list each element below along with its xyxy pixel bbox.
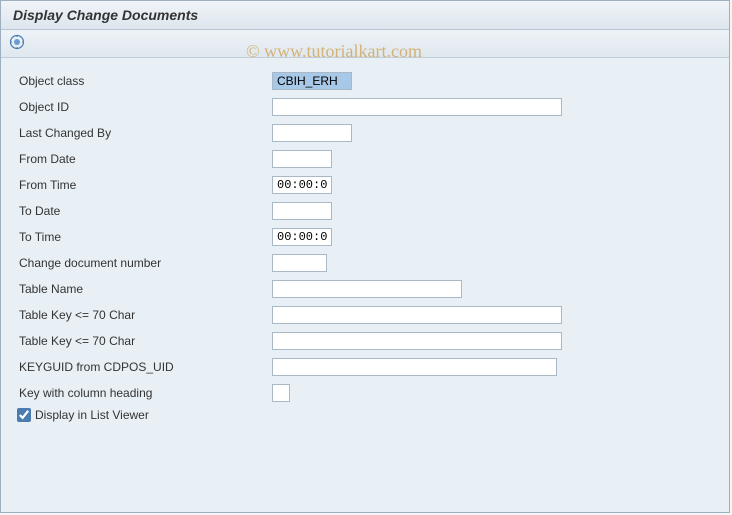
label-from-time: From Time [17, 178, 272, 192]
row-table-name: Table Name [17, 278, 713, 300]
input-object-id[interactable] [272, 98, 562, 116]
checkbox-display-list-viewer[interactable] [17, 408, 31, 422]
input-key-with-heading[interactable] [272, 384, 290, 402]
input-to-time[interactable] [272, 228, 332, 246]
row-change-doc-number: Change document number [17, 252, 713, 274]
row-to-time: To Time [17, 226, 713, 248]
page-title: Display Change Documents [13, 7, 198, 23]
label-to-date: To Date [17, 204, 272, 218]
input-keyguid[interactable] [272, 358, 557, 376]
label-to-time: To Time [17, 230, 272, 244]
label-keyguid: KEYGUID from CDPOS_UID [17, 360, 272, 374]
input-object-class[interactable] [272, 72, 352, 90]
row-object-id: Object ID [17, 96, 713, 118]
execute-icon[interactable] [9, 34, 25, 50]
input-from-time[interactable] [272, 176, 332, 194]
input-change-doc-number[interactable] [272, 254, 327, 272]
row-table-key-2: Table Key <= 70 Char [17, 330, 713, 352]
input-to-date[interactable] [272, 202, 332, 220]
input-from-date[interactable] [272, 150, 332, 168]
label-table-key-1: Table Key <= 70 Char [17, 308, 272, 322]
title-bar: Display Change Documents [1, 1, 729, 30]
label-table-key-2: Table Key <= 70 Char [17, 334, 272, 348]
label-object-class: Object class [17, 74, 272, 88]
row-display-list-viewer: Display in List Viewer [17, 408, 713, 422]
row-from-time: From Time [17, 174, 713, 196]
form-area: Object class Object ID Last Changed By F… [1, 58, 729, 434]
row-from-date: From Date [17, 148, 713, 170]
row-object-class: Object class [17, 70, 713, 92]
row-table-key-1: Table Key <= 70 Char [17, 304, 713, 326]
label-last-changed-by: Last Changed By [17, 126, 272, 140]
sap-window: Display Change Documents © www.tutorialk… [0, 0, 730, 513]
label-table-name: Table Name [17, 282, 272, 296]
toolbar [1, 30, 729, 58]
label-change-doc-number: Change document number [17, 256, 272, 270]
row-key-with-heading: Key with column heading [17, 382, 713, 404]
row-to-date: To Date [17, 200, 713, 222]
label-object-id: Object ID [17, 100, 272, 114]
label-from-date: From Date [17, 152, 272, 166]
row-keyguid: KEYGUID from CDPOS_UID [17, 356, 713, 378]
input-table-key-1[interactable] [272, 306, 562, 324]
row-last-changed-by: Last Changed By [17, 122, 713, 144]
input-last-changed-by[interactable] [272, 124, 352, 142]
input-table-name[interactable] [272, 280, 462, 298]
input-table-key-2[interactable] [272, 332, 562, 350]
label-display-list-viewer: Display in List Viewer [35, 408, 149, 422]
label-key-with-heading: Key with column heading [17, 386, 272, 400]
